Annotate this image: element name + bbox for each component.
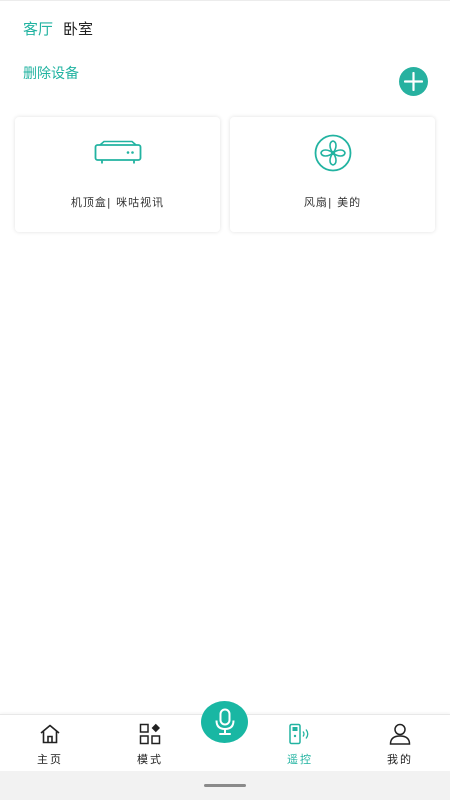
top-divider [0, 0, 450, 1]
nav-label: 主页 [37, 753, 63, 766]
remote-icon [289, 723, 309, 745]
room-tab-living-room[interactable]: 客厅 [23, 18, 53, 39]
nav-item-modes[interactable]: 模式 [120, 723, 180, 767]
nav-item-profile[interactable]: 我的 [370, 723, 430, 767]
room-tab-bedroom[interactable]: 卧室 [63, 18, 93, 39]
nav-label: 模式 [137, 753, 163, 766]
plus-icon [404, 72, 423, 91]
nav-item-remote[interactable]: 遥控 [270, 723, 330, 767]
voice-button[interactable] [201, 701, 248, 743]
nav-item-home[interactable]: 主页 [20, 723, 80, 767]
home-icon [40, 724, 60, 744]
device-card-set-top-box[interactable]: 机顶盒| 咪咕视讯 [15, 117, 220, 232]
device-card-fan[interactable]: 风扇| 美的 [230, 117, 435, 232]
set-top-box-icon [94, 140, 141, 164]
nav-label: 我的 [387, 753, 413, 766]
add-device-button[interactable] [399, 67, 428, 96]
modes-icon [139, 723, 161, 745]
fan-icon [314, 134, 351, 172]
home-indicator[interactable] [204, 784, 246, 787]
device-label: 风扇| 美的 [303, 196, 362, 209]
delete-device-button[interactable]: 删除设备 [23, 63, 79, 83]
room-tabs: 客厅 卧室 [23, 18, 93, 39]
device-label: 机顶盒| 咪咕视讯 [70, 196, 165, 209]
device-grid: 机顶盒| 咪咕视讯 风扇| 美的 [15, 117, 435, 232]
microphone-icon [215, 708, 234, 735]
nav-label: 遥控 [287, 753, 313, 766]
user-icon [389, 723, 411, 745]
